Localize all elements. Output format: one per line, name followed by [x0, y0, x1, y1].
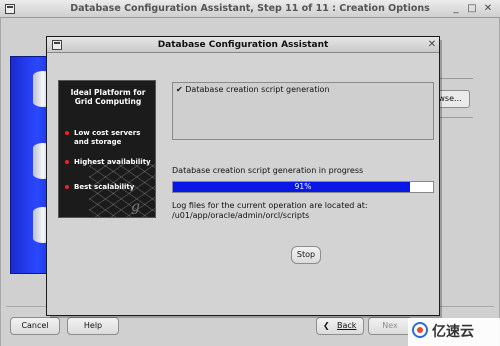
watermark: 亿速云 — [408, 318, 500, 346]
task-list: ✔ Database creation script generation — [172, 82, 434, 140]
progress-bar: 91% — [172, 181, 434, 193]
back-label: Back — [337, 321, 357, 330]
progress-label: 91% — [294, 182, 312, 191]
stop-button[interactable]: Stop — [291, 246, 321, 264]
check-icon: ✔ — [176, 85, 183, 94]
bullet-icon — [65, 185, 69, 189]
back-arrow-icon: ❮ — [323, 321, 330, 330]
watermark-logo-icon — [412, 322, 428, 338]
bullet-icon — [65, 160, 69, 164]
cancel-button[interactable]: Cancel — [10, 317, 60, 335]
watermark-text: 亿速云 — [432, 324, 474, 340]
oracle-promo-panel: g Ideal Platform for Grid Computing Low … — [58, 80, 156, 218]
log-location-text: Log files for the current operation are … — [172, 201, 368, 221]
dialog-close-icon[interactable]: ✕ — [427, 40, 437, 50]
status-text: Database creation script generation in p… — [172, 166, 364, 175]
minimize-icon[interactable]: _ — [451, 4, 461, 14]
help-button[interactable]: Help — [67, 317, 119, 335]
dialog-title: Database Configuration Assistant — [157, 40, 329, 50]
promo-title: Ideal Platform for Grid Computing — [70, 88, 146, 106]
close-icon[interactable]: ✕ — [483, 4, 493, 14]
bullet-icon — [65, 131, 69, 135]
window-title: Database Configuration Assistant, Step 1… — [70, 3, 430, 14]
promo-item: Highest availability — [65, 158, 153, 167]
maximize-icon[interactable]: □ — [467, 4, 477, 14]
outer-titlebar: Database Configuration Assistant, Step 1… — [0, 0, 500, 18]
next-button[interactable]: Nex — [368, 317, 412, 335]
dialog-titlebar: Database Configuration Assistant ✕ — [47, 37, 439, 53]
promo-item: Low cost servers and storage — [65, 129, 153, 146]
task-item: ✔ Database creation script generation — [176, 85, 330, 94]
back-button[interactable]: ❮ Back — [316, 317, 364, 335]
log-line: Log files for the current operation are … — [172, 201, 368, 210]
promo-item: Best scalability — [65, 183, 153, 192]
log-path: /u01/app/oracle/admin/orcl/scripts — [172, 211, 310, 220]
progress-dialog: Database Configuration Assistant ✕ g Ide… — [46, 36, 440, 316]
task-label: Database creation script generation — [185, 85, 330, 94]
grid-g-mark: g — [131, 199, 140, 215]
